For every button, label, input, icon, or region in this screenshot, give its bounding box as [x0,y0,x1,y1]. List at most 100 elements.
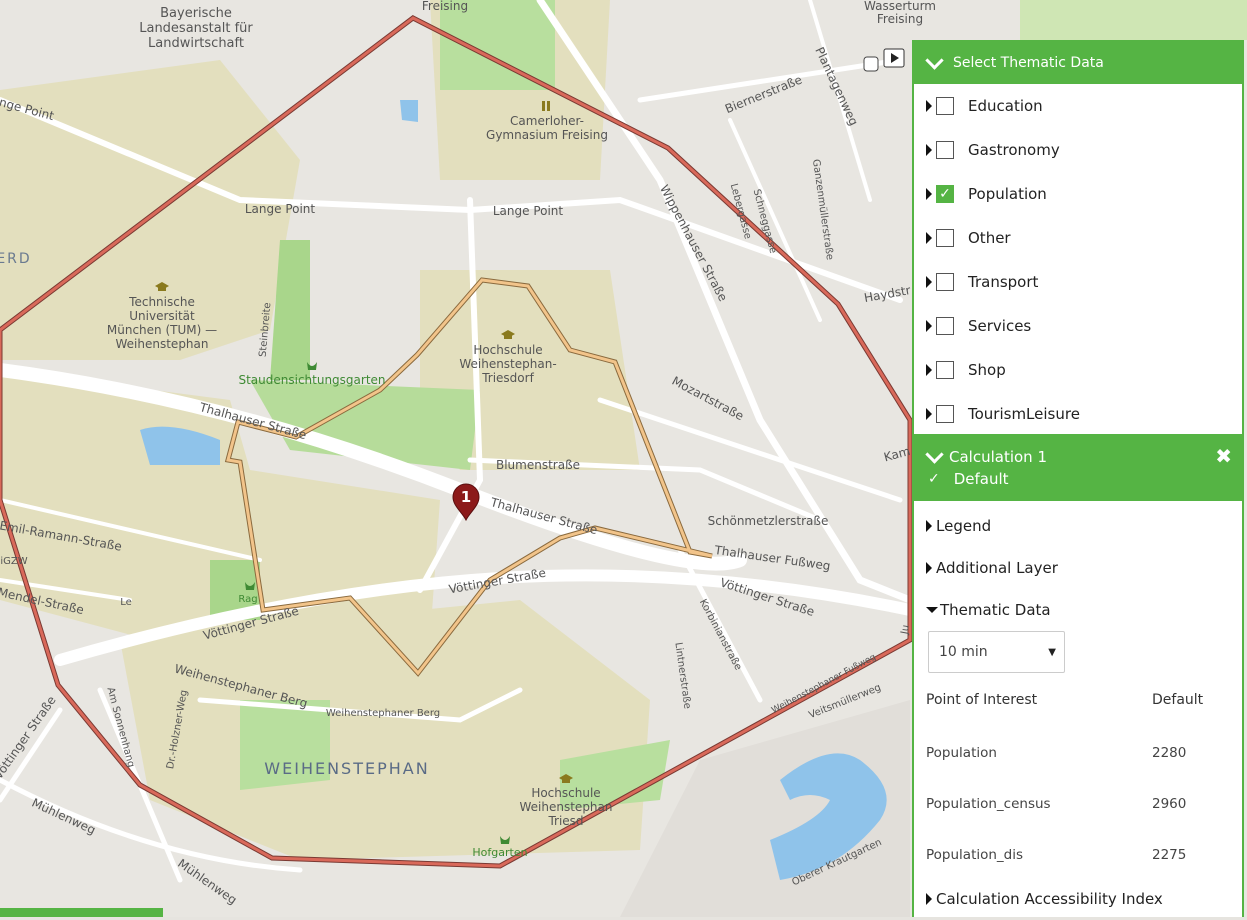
caret-right-icon [926,232,932,244]
caret-right-icon [926,100,932,112]
map-label: Lange Point [493,204,564,218]
caret-down-icon [926,607,938,613]
thematic-item-education[interactable]: Education [914,84,1242,128]
checkbox[interactable] [936,317,954,335]
caret-right-icon [926,562,932,574]
checkbox[interactable] [936,405,954,423]
checkmark-icon: ✓ [928,471,940,487]
map-label: Hochschule [473,343,542,357]
map-label: Weihenstephan [520,800,613,814]
column-header: Default [1152,692,1204,708]
map-label: Freising [422,0,468,13]
thematic-item-other[interactable]: Other [914,216,1242,260]
thematic-item-services[interactable]: Services [914,304,1242,348]
thematic-panel-title: Select Thematic Data [953,55,1104,71]
thematic-item-label: TourismLeisure [968,405,1080,423]
calculation-subtitle: Default [953,470,1009,488]
caret-right-icon [926,144,932,156]
table-cell: Population_dis [926,846,1024,863]
section-accessibility-index[interactable]: Calculation Accessibility Index [914,878,1242,920]
checkbox[interactable] [936,229,954,247]
caret-right-icon [926,188,932,200]
thematic-item-label: Gastronomy [968,141,1060,159]
map-label: ERD [0,251,32,267]
map-label: Freising [877,12,923,26]
table-cell: 2280 [1152,744,1187,761]
map-label: Hochschule [531,786,600,800]
thematic-item-gastronomy[interactable]: Gastronomy [914,128,1242,172]
map-label: Rag [238,594,257,605]
results-table: Point of Interest Default Population 2280 Po… [914,673,1242,880]
section-label: Additional Layer [936,559,1058,577]
section-label: Legend [936,517,992,535]
caret-right-icon [926,276,932,288]
thematic-item-label: Education [968,97,1043,115]
map-label: Hofgarten [472,846,527,859]
marker-label: 1 [461,488,471,506]
map-label: Ju [899,624,912,636]
calculation-title: Calculation 1 [949,448,1047,466]
column-header: Point of Interest [926,692,1038,708]
section-label: Calculation Accessibility Index [936,890,1163,908]
chevron-down-icon [925,50,944,70]
table-header-row: Point of Interest Default [914,673,1242,727]
table-cell: Population [926,744,997,761]
chevron-down-icon [925,444,944,464]
checkbox[interactable]: ✓ [936,185,954,203]
map-label: Gymnasium Freising [486,128,608,142]
section-label: Thematic Data [940,601,1051,619]
table-row: Population 2280 [914,727,1242,778]
close-icon[interactable]: ✖ [1215,444,1232,468]
thematic-data-panel: Select Thematic Data Education Gastronomy… [912,40,1244,436]
caret-right-icon [926,364,932,376]
thematic-item-label: Shop [968,361,1006,379]
table-cell: Population_census [926,795,1051,812]
map-label: Landesanstalt für [139,21,253,36]
thematic-item-label: Services [968,317,1032,335]
checkbox[interactable] [936,273,954,291]
dropdown-arrow-icon: ▼ [1048,646,1056,658]
calculation-panel-header[interactable]: Calculation 1 ✓ Default ✖ [914,438,1242,501]
checkbox[interactable] [936,361,954,379]
table-cell: 2275 [1152,846,1187,863]
caret-right-icon [926,893,932,905]
map-label: Schönmetzlerstraße [708,514,829,528]
map-label: Bayerische [160,6,232,21]
table-row: Population_dis 2275 [914,829,1242,880]
section-thematic-data[interactable]: Thematic Data [914,589,1242,631]
thematic-item-population[interactable]: ✓ Population [914,172,1242,216]
map-label: München (TUM) — [107,323,217,337]
map-label: Weihenstephan [116,337,209,351]
section-additional-layer[interactable]: Additional Layer [914,547,1242,589]
table-row: Population_census 2960 [914,778,1242,829]
thematic-item-transport[interactable]: Transport [914,260,1242,304]
map-label: Staudensichtungsgarten [238,373,385,387]
map-label: Le [120,597,132,608]
thematic-item-label: Population [968,185,1047,203]
map-label: iGZW [0,556,27,567]
map-label: Blumenstraße [496,458,580,472]
thematic-item-shop[interactable]: Shop [914,348,1242,392]
thematic-item-tourismleisure[interactable]: TourismLeisure [914,392,1242,436]
map-label: Lange Point [245,202,316,216]
map-label: Universität [129,309,195,323]
map-label: Weihenstephan- [459,357,556,371]
map-label: Camerloher- [510,114,584,128]
bottom-left-bar[interactable] [0,908,163,917]
checkbox[interactable] [936,141,954,159]
table-cell: 2960 [1152,795,1187,812]
time-select-value: 10 min [939,644,988,660]
thematic-item-label: Other [968,229,1011,247]
calculation-panel: Calculation 1 ✓ Default ✖ Legend Additio… [912,436,1244,917]
caret-right-icon [926,520,932,532]
section-legend[interactable]: Legend [914,505,1242,547]
thematic-list: Education Gastronomy ✓ Population Other Trans… [914,84,1242,436]
caret-right-icon [926,408,932,420]
thematic-panel-header[interactable]: Select Thematic Data [914,42,1242,84]
caret-right-icon [926,320,932,332]
time-select[interactable]: 10 min ▼ [928,631,1065,673]
map-label: Triesdorf [481,371,534,385]
thematic-item-label: Transport [968,273,1039,291]
map-label: Landwirtschaft [148,36,244,51]
checkbox[interactable] [936,97,954,115]
